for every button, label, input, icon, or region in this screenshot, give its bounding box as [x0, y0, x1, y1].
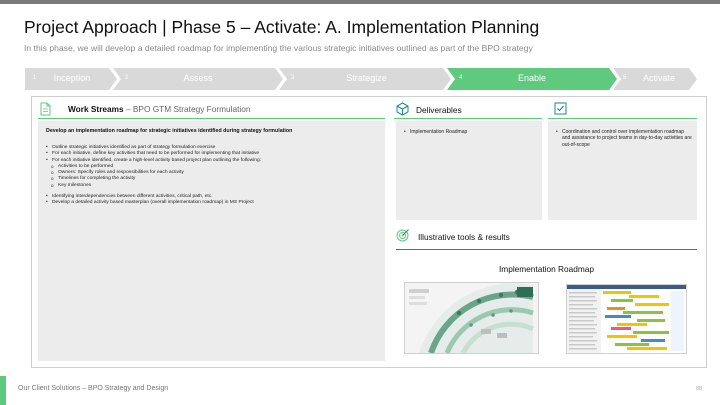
phase-label: Assess	[183, 73, 213, 83]
phase-activate[interactable]: 5 Activate	[613, 68, 697, 90]
phase-label: Activate	[642, 73, 675, 83]
roadmap-arc-thumbnail	[404, 282, 539, 355]
deliverables-list: Implementation Roadmap	[404, 129, 540, 136]
phase-label: Inception	[53, 73, 91, 83]
footer-accent	[0, 376, 6, 405]
phase-number: 5	[623, 75, 627, 81]
list-item: Develop a detailed activity based master…	[46, 200, 380, 207]
workstreams-panel: Develop an implementation roadmap for st…	[38, 121, 385, 361]
scope-panel: Coordination and control over implementa…	[548, 121, 697, 220]
deliverables-title: Deliverables	[416, 105, 462, 115]
phase-inception[interactable]: 1 Inception	[25, 68, 117, 90]
phase-label: Enable	[517, 73, 547, 83]
roadmap-gantt-thumbnail	[566, 284, 687, 354]
page-number: 88	[696, 386, 703, 392]
phase-chevrons: 1 Inception 2 Assess 3 Strategize 4 Enab…	[25, 68, 697, 90]
top-rule	[0, 0, 720, 4]
footer-text: Our Client Solutions – BPO Strategy and …	[18, 385, 169, 392]
phase-number: 1	[33, 75, 37, 81]
deliverables-panel: Implementation Roadmap	[396, 121, 542, 220]
divider	[394, 118, 542, 119]
list-item: Implementation Roadmap	[404, 129, 540, 136]
scope-header	[548, 101, 697, 118]
deliverables-header: Deliverables	[394, 101, 542, 118]
page-title: Project Approach | Phase 5 – Activate: A…	[24, 17, 540, 37]
scope-list: Coordination and control over implementa…	[556, 129, 692, 148]
target-icon	[396, 228, 410, 247]
roadmap-title: Implementation Roadmap	[498, 264, 594, 274]
workstreams-title: Work Streams – BPO GTM Strategy Formulat…	[68, 104, 251, 114]
phase-strategize[interactable]: 3 Strategize	[279, 68, 451, 90]
list-item: Coordination and control over implementa…	[556, 129, 692, 148]
workstreams-heading: Develop an implementation roadmap for st…	[46, 128, 293, 134]
divider	[548, 118, 697, 119]
divider	[38, 118, 385, 119]
sub-list-item: Key milestones	[46, 183, 380, 190]
page-subtitle: In this phase, we will develop a detaile…	[24, 43, 533, 53]
workstreams-list: Outline strategic initiatives identified…	[46, 145, 380, 207]
tools-header: Illustrative tools & results	[394, 227, 697, 247]
tools-title: Illustrative tools & results	[418, 232, 510, 242]
phase-enable[interactable]: 4 Enable	[447, 68, 617, 90]
phase-assess[interactable]: 2 Assess	[113, 68, 283, 90]
divider	[396, 249, 697, 250]
phase-label: Strategize	[346, 73, 387, 83]
workstreams-header: Work Streams – BPO GTM Strategy Formulat…	[38, 101, 385, 118]
